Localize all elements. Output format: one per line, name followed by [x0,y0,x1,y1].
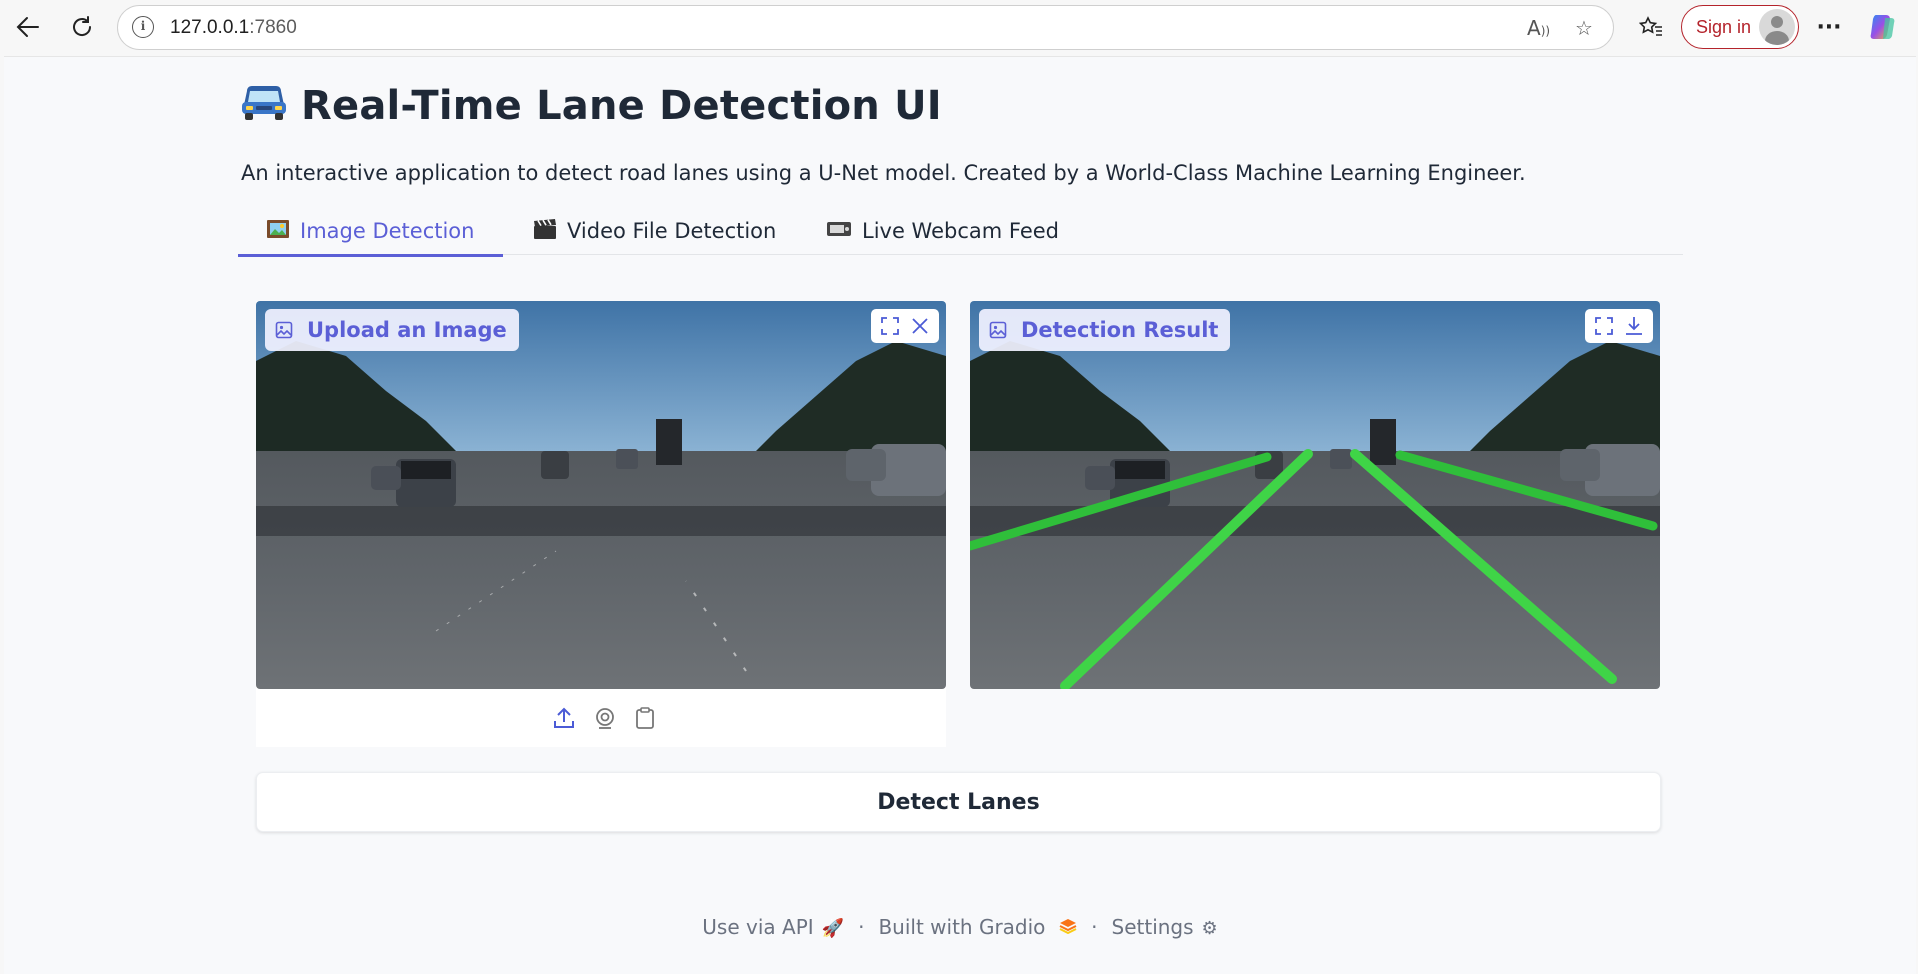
tab-live-webcam-feed[interactable]: Live Webcam Feed [826,207,1059,255]
sign-in-button[interactable]: Sign in [1681,5,1799,49]
output-label: Detection Result [1021,318,1219,342]
result-label-badge: Detection Result [979,309,1231,351]
output-road-image[interactable]: Detection Result [970,301,1660,689]
back-icon[interactable] [11,10,45,44]
page-title: Real-Time Lane Detection UI [241,83,942,131]
settings-link[interactable]: Settings ⚙ [1112,915,1218,939]
clapper-board-icon [533,218,557,245]
image-icon [275,321,293,339]
use-via-api-link[interactable]: Use via API 🚀 [702,915,844,939]
more-menu-icon[interactable]: ··· [1812,10,1846,44]
output-image-panel: Detection Result [970,301,1660,689]
image-icon [989,321,1007,339]
page-description: An interactive application to detect roa… [241,161,1526,185]
tab-label: Image Detection [300,219,475,243]
read-aloud-icon[interactable]: A)) [1527,16,1550,40]
input-label: Upload an Image [307,318,507,342]
picture-frame-icon [266,219,290,244]
input-road-image[interactable]: Upload an Image [256,301,946,689]
gear-icon: ⚙ [1201,918,1218,939]
footer-separator: · [1091,915,1098,939]
upload-icon[interactable] [551,705,577,731]
detect-lanes-button[interactable]: Detect Lanes [256,772,1661,832]
favorites-list-icon[interactable] [1634,10,1668,44]
footer: Use via API 🚀 · Built with Gradio · Setti… [4,912,1916,942]
download-icon[interactable] [1619,311,1649,341]
avatar-icon [1759,9,1795,45]
input-controls [871,309,939,343]
input-image-panel: Upload an Image [256,301,946,747]
tab-bar: Image Detection Video File Detection Liv… [238,207,1683,257]
browser-toolbar: i 127.0.0.1:7860 A)) ☆ Sign in ··· [0,0,1918,56]
address-bar[interactable]: i 127.0.0.1:7860 A)) ☆ [117,5,1614,50]
car-icon [241,85,287,131]
refresh-icon[interactable] [65,10,99,44]
image-source-bar [256,689,946,747]
video-camera-icon [826,219,852,244]
copilot-icon[interactable] [1866,10,1900,44]
fullscreen-icon[interactable] [875,311,905,341]
fullscreen-icon[interactable] [1589,311,1619,341]
tab-image-detection[interactable]: Image Detection [238,207,503,257]
built-with-gradio-link[interactable]: Built with Gradio [878,915,1077,939]
url-text: 127.0.0.1:7860 [170,17,297,38]
webcam-icon[interactable] [592,705,618,731]
gradio-logo-icon [1053,918,1077,939]
close-icon[interactable] [905,311,935,341]
site-info-icon[interactable]: i [132,16,154,38]
tab-label: Live Webcam Feed [862,219,1059,243]
tab-label: Video File Detection [567,219,777,243]
footer-separator: · [858,915,865,939]
image-label-badge: Upload an Image [265,309,519,351]
title-text: Real-Time Lane Detection UI [301,83,942,129]
rocket-icon: 🚀 [821,918,845,939]
sign-in-label: Sign in [1696,17,1752,37]
output-controls [1585,309,1653,343]
tab-video-file-detection[interactable]: Video File Detection [533,207,776,255]
clipboard-icon[interactable] [632,705,658,731]
gradio-page: Real-Time Lane Detection UI An interacti… [4,56,1916,974]
favorite-star-icon[interactable]: ☆ [1575,16,1593,40]
